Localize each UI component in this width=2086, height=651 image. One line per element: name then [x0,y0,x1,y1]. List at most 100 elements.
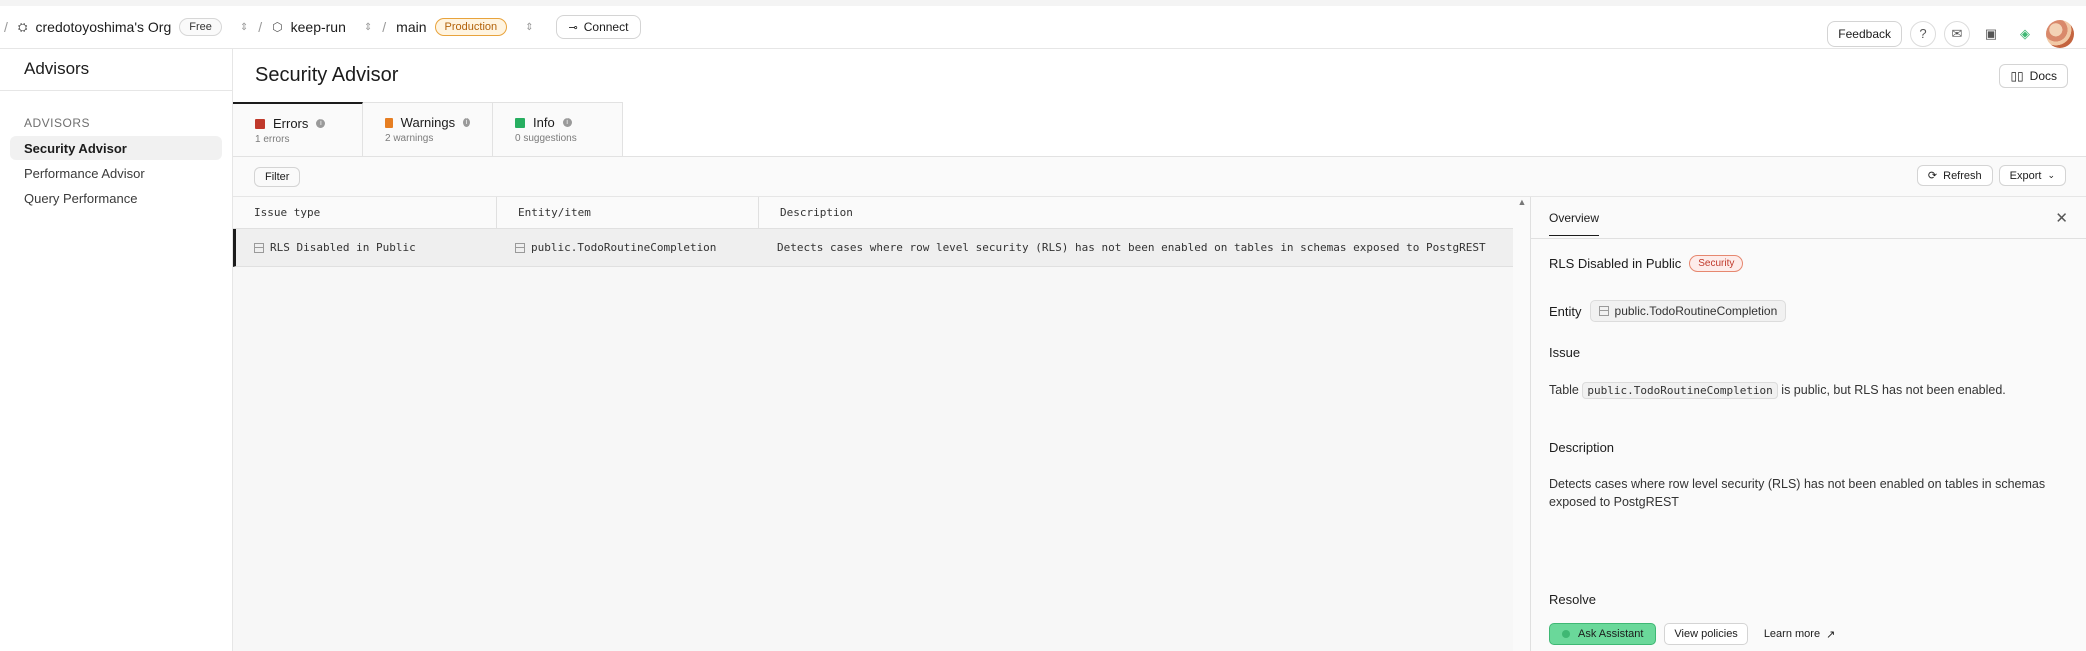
issue-text: Table public.TodoRoutineCompletion is pu… [1549,381,2006,400]
tab-warnings[interactable]: Warnings i 2 warnings [363,102,493,156]
issue-prefix: Table [1549,383,1579,397]
info-icon: i [316,119,326,128]
info-icon: i [463,118,470,127]
connect-button[interactable]: ⊸ Connect [555,15,642,39]
table-row[interactable]: RLS Disabled in Public public.TodoRoutin… [233,229,1513,267]
chevron-updown-icon[interactable]: ⇕ [240,22,248,33]
filter-button[interactable]: Filter [254,166,301,187]
security-badge: Security [1689,255,1744,272]
export-label: Export [2009,169,2042,182]
severity-tabs: Errors i 1 errors Warnings i 2 warnings … [233,102,2086,157]
entity-label: Entity [1549,303,1582,319]
breadcrumb-separator: / [4,19,8,35]
connect-label: Connect [583,20,629,34]
view-policies-button[interactable]: View policies [1664,623,1748,645]
description-heading: Description [1549,440,1615,455]
branch-selector[interactable]: main Production ⇕ [396,18,534,36]
main-content: Security Advisor ▯▯ Docs Errors i 1 erro… [233,49,2086,651]
sidebar-item-query-performance[interactable]: Query Performance [10,186,222,210]
book-icon: ▯▯ [2010,69,2024,83]
table-icon [1598,306,1609,316]
entity-row: Entity public.TodoRoutineCompletion [1549,300,1787,322]
flag-icon [385,117,393,128]
description-text: Detects cases where row level security (… [1549,475,2045,511]
assistant-icon [1562,630,1570,638]
chevron-down-icon: ⌄ [2047,170,2055,180]
org-name: credotoyoshima's Org [35,19,172,35]
close-icon[interactable]: ✕ [2055,209,2068,227]
entity-cell: public.TodoRoutineCompletion [531,241,717,254]
issue-title: RLS Disabled in Public [1549,256,1682,271]
refresh-icon: ⟳ [1927,170,1938,182]
breadcrumb-separator: / [382,19,387,35]
refresh-button[interactable]: ⟳ Refresh [1916,165,1993,186]
table-icon [515,242,525,253]
ask-assistant-label: Ask Assistant [1578,628,1644,640]
sidebar-section-label: ADVISORS [24,116,91,130]
flag-icon [515,117,525,128]
detail-panel: Overview ✕ RLS Disabled in Public Securi… [1530,197,2086,651]
issue-heading: Issue [1549,345,1581,360]
column-header-description[interactable]: Description [759,197,1513,228]
feedback-button[interactable]: Feedback [1827,20,1902,47]
column-header-entity[interactable]: Entity/item [497,197,759,228]
inbox-icon[interactable]: ✉ [1944,20,1970,47]
tab-overview[interactable]: Overview [1549,199,1600,236]
docs-label: Docs [2029,69,2057,83]
info-icon: i [562,118,572,127]
panel-header: Overview ✕ [1531,197,2086,239]
help-icon[interactable]: ? [1910,20,1936,47]
issue-title-row: RLS Disabled in Public Security [1549,255,1744,272]
issue-code: public.TodoRoutineCompletion [1582,382,1778,399]
description-cell: Detects cases where row level security (… [777,241,1486,254]
page-title: Security Advisor [255,64,399,86]
refresh-label: Refresh [1943,169,1982,182]
branch-name: main [396,19,427,35]
plug-icon: ⊸ [568,21,578,34]
project-name: keep-run [290,19,346,35]
project-icon: ⬡ [272,20,283,34]
sidebar-title: Advisors [0,49,232,91]
issue-type-cell: RLS Disabled in Public [270,241,416,254]
org-selector[interactable]: ⛭ credotoyoshima's Org Free ⇕ [18,18,248,36]
avatar[interactable] [2046,19,2074,48]
sidebar-item-performance-advisor[interactable]: Performance Advisor [10,161,222,185]
tab-label: Warnings [400,115,456,130]
column-header-issue-type[interactable]: Issue type [233,197,497,228]
page-header: Security Advisor ▯▯ Docs [233,49,2086,102]
external-link-icon: ↗ [1826,628,1836,641]
description-line: exposed to PostgREST [1549,495,1679,509]
sidebar-item-security-advisor[interactable]: Security Advisor [10,136,222,160]
tab-count: 0 suggestions [515,133,577,144]
tab-count: 2 warnings [385,133,434,144]
tab-errors[interactable]: Errors i 1 errors [233,102,363,156]
tab-label: Info [533,115,555,130]
tab-info[interactable]: Info i 0 suggestions [493,102,623,156]
flag-icon [255,118,265,129]
issue-suffix: is public, but RLS has not been enabled. [1781,383,2006,397]
breadcrumb-separator: / [258,19,263,35]
org-icon: ⛭ [17,19,28,34]
description-line: Detects cases where row level security (… [1549,477,2046,491]
assistant-icon[interactable]: ◈ [2012,21,2038,47]
project-selector[interactable]: ⬡ keep-run ⇕ [272,19,372,35]
environment-badge: Production [434,18,508,36]
entity-chip[interactable]: public.TodoRoutineCompletion [1589,300,1787,322]
resolve-actions: Ask Assistant View policies Learn more ↗ [1549,623,1843,645]
scroll-up-icon[interactable]: ▲ [1516,197,1528,209]
ask-assistant-button[interactable]: Ask Assistant [1549,623,1657,645]
chevron-updown-icon[interactable]: ⇕ [364,22,372,33]
export-button[interactable]: Export ⌄ [1998,165,2066,186]
tab-label: Errors [273,116,309,131]
resolve-heading: Resolve [1549,592,1596,607]
top-bar: / ⛭ credotoyoshima's Org Free ⇕ / ⬡ keep… [0,0,2086,49]
learn-more-label: Learn more [1763,628,1821,640]
toolbar: Filter ⟳ Refresh Export ⌄ [233,157,2086,197]
grid-header: Issue type Entity/item Description [233,197,1513,229]
issues-grid: Issue type Entity/item Description RLS D… [233,197,1513,651]
docs-button[interactable]: ▯▯ Docs [1999,64,2068,88]
chevron-updown-icon[interactable]: ⇕ [525,22,533,33]
sidebar: Advisors ADVISORS Security Advisor Perfo… [0,49,233,651]
terminal-icon[interactable]: ▣ [1978,21,2004,47]
learn-more-link[interactable]: Learn more ↗ [1756,624,1843,645]
